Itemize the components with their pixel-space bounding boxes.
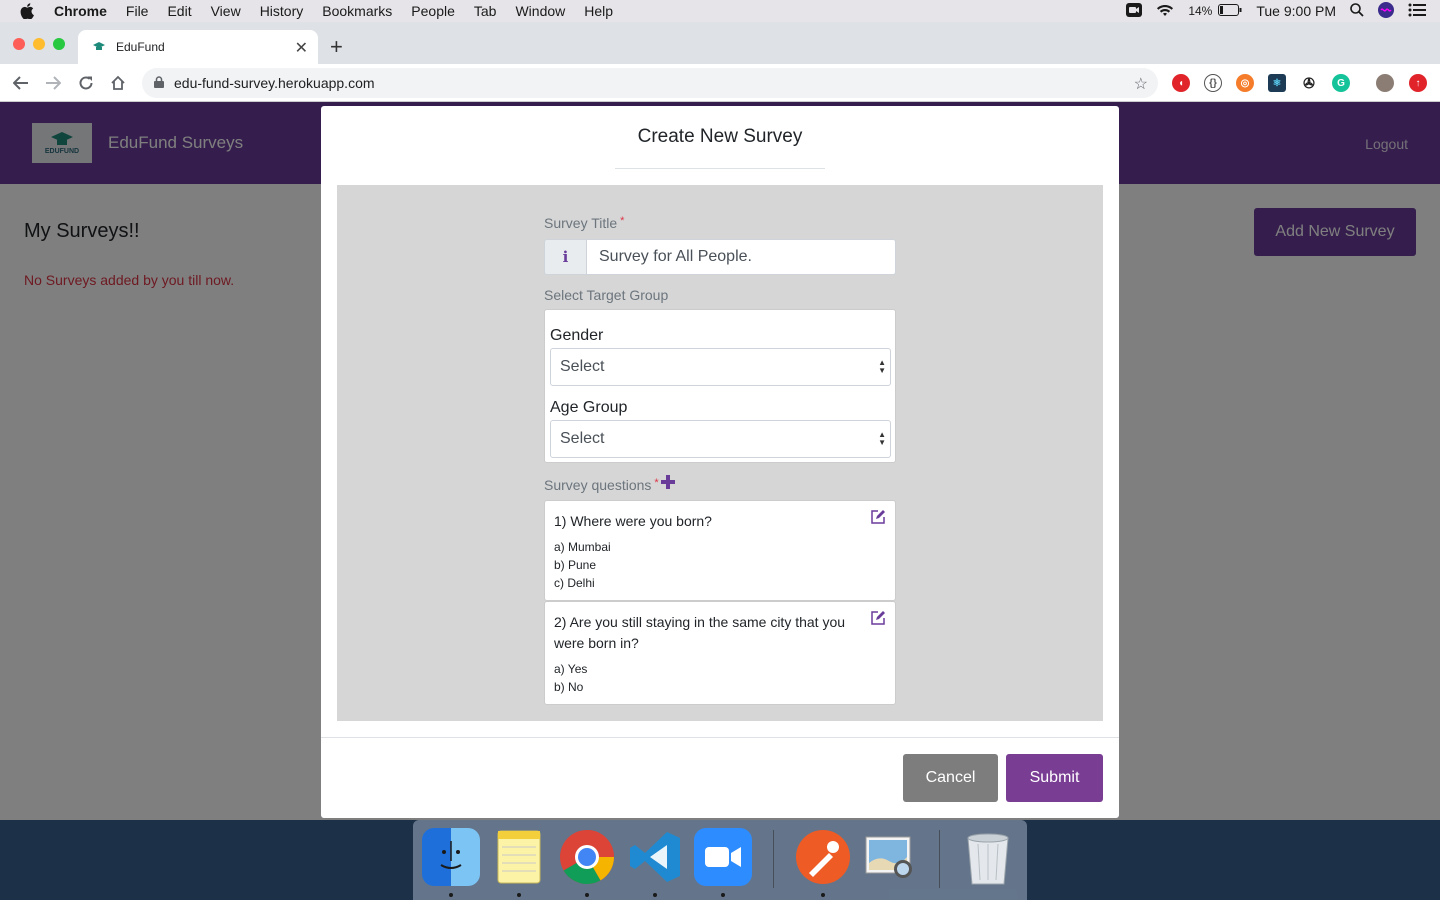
modal-title: Create New Survey bbox=[637, 126, 803, 147]
spotlight-icon[interactable] bbox=[1350, 2, 1364, 20]
question-card: 2) Are you still staying in the same cit… bbox=[544, 601, 896, 705]
menu-window[interactable]: Window bbox=[515, 3, 565, 19]
question-option: c) Delhi bbox=[554, 576, 595, 590]
menu-people[interactable]: People bbox=[411, 3, 455, 19]
target-group-label: Select Target Group bbox=[544, 287, 669, 303]
zoom-dock-icon[interactable] bbox=[694, 828, 752, 886]
menu-file[interactable]: File bbox=[126, 3, 149, 19]
forward-icon[interactable] bbox=[44, 74, 62, 92]
target-group-panel: Gender Select ▲ ▼ Age Group Select ▲ ▼ bbox=[544, 309, 896, 463]
menu-view[interactable]: View bbox=[211, 3, 241, 19]
create-survey-modal: Create New Survey Survey Title * i Survey… bbox=[321, 106, 1119, 818]
window-close-button[interactable] bbox=[13, 38, 25, 50]
menu-help[interactable]: Help bbox=[584, 3, 613, 19]
chrome-dock-icon[interactable] bbox=[558, 828, 616, 886]
question-card: 1) Where were you born? a) Mumbai b) Pun… bbox=[544, 500, 896, 601]
spy-extension-icon[interactable]: ✇ bbox=[1300, 74, 1318, 92]
orange-extension-icon[interactable]: ◎ bbox=[1236, 74, 1254, 92]
menu-bookmarks[interactable]: Bookmarks bbox=[322, 3, 392, 19]
edit-question-icon[interactable] bbox=[870, 610, 886, 626]
age-group-select-value: Select bbox=[560, 430, 605, 447]
dock-running-indicator bbox=[449, 893, 453, 897]
json-extension-icon[interactable]: {} bbox=[1204, 74, 1222, 92]
macos-dock bbox=[413, 820, 1027, 900]
question-option: b) No bbox=[554, 680, 584, 694]
modal-body: Survey Title * i Survey for All People. S… bbox=[337, 185, 1103, 721]
address-bar[interactable]: edu-fund-survey.herokuapp.com ☆ bbox=[142, 68, 1158, 98]
dock-running-indicator bbox=[517, 893, 521, 897]
trash-dock-icon[interactable] bbox=[959, 828, 1017, 886]
question-text: 2) Are you still staying in the same cit… bbox=[554, 614, 846, 651]
bookmark-star-icon[interactable]: ☆ bbox=[1134, 74, 1148, 94]
adblock-extension-icon[interactable]: ◖ bbox=[1172, 74, 1190, 92]
select-arrows-icon: ▲ ▼ bbox=[878, 430, 886, 447]
survey-title-input[interactable]: Survey for All People. bbox=[586, 239, 896, 275]
submit-button[interactable]: Submit bbox=[1006, 754, 1103, 802]
grammarly-icon[interactable]: G bbox=[1332, 74, 1350, 92]
survey-title-label: Survey Title * bbox=[544, 215, 625, 231]
new-tab-icon[interactable]: + bbox=[330, 34, 343, 60]
apple-icon[interactable] bbox=[18, 3, 36, 19]
wifi-icon[interactable] bbox=[1156, 3, 1174, 20]
notification-center-icon[interactable] bbox=[1408, 3, 1426, 20]
dock-running-indicator bbox=[821, 893, 825, 897]
footer-divider bbox=[321, 737, 1119, 738]
age-group-label: Age Group bbox=[550, 399, 628, 416]
window-minimize-button[interactable] bbox=[33, 38, 45, 50]
vscode-dock-icon[interactable] bbox=[626, 828, 684, 886]
browser-toolbar: edu-fund-survey.herokuapp.com ☆ ◖ {} ◎ ⚛… bbox=[0, 64, 1440, 102]
dock-separator bbox=[773, 830, 774, 888]
dock-running-indicator bbox=[585, 893, 589, 897]
back-icon[interactable] bbox=[12, 74, 30, 92]
gender-select-value: Select bbox=[560, 358, 605, 375]
menu-clock[interactable]: Tue 9:00 PM bbox=[1256, 3, 1336, 19]
menu-edit[interactable]: Edit bbox=[167, 3, 191, 19]
required-marker: * bbox=[654, 477, 659, 489]
menu-history[interactable]: History bbox=[260, 3, 304, 19]
update-extension-icon[interactable]: ↑ bbox=[1409, 74, 1427, 92]
tab-title: EduFund bbox=[116, 40, 165, 54]
menu-tab[interactable]: Tab bbox=[474, 3, 497, 19]
question-text: 1) Where were you born? bbox=[554, 513, 712, 529]
select-arrows-icon: ▲ ▼ bbox=[878, 358, 886, 375]
question-option: a) Mumbai bbox=[554, 540, 611, 554]
cancel-button[interactable]: Cancel bbox=[903, 754, 998, 802]
battery-icon[interactable] bbox=[1218, 3, 1242, 19]
home-icon[interactable] bbox=[109, 74, 127, 92]
info-icon: i bbox=[544, 239, 586, 275]
camera-status-icon[interactable] bbox=[1126, 2, 1143, 20]
react-devtools-icon[interactable]: ⚛ bbox=[1268, 74, 1286, 92]
gender-label: Gender bbox=[550, 327, 604, 344]
dock-separator bbox=[939, 830, 940, 888]
battery-percent: 14% bbox=[1188, 4, 1213, 18]
preview-dock-icon[interactable] bbox=[862, 828, 920, 886]
siri-icon[interactable] bbox=[1378, 1, 1394, 21]
menu-bar: Chrome File Edit View History Bookmarks … bbox=[0, 0, 1440, 22]
question-option: b) Pune bbox=[554, 558, 597, 572]
reload-icon[interactable] bbox=[77, 74, 95, 92]
lock-icon[interactable] bbox=[154, 75, 164, 91]
title-divider bbox=[615, 168, 825, 169]
survey-title-group: i Survey for All People. bbox=[544, 239, 896, 275]
edit-question-icon[interactable] bbox=[870, 509, 886, 525]
finder-dock-icon[interactable] bbox=[422, 828, 480, 886]
window-zoom-button[interactable] bbox=[53, 38, 65, 50]
notes-dock-icon[interactable] bbox=[490, 828, 548, 886]
survey-questions-label: Survey questions * bbox=[544, 477, 659, 493]
question-option: a) Yes bbox=[554, 662, 588, 676]
dock-running-indicator bbox=[721, 893, 725, 897]
url-text[interactable]: edu-fund-survey.herokuapp.com bbox=[174, 75, 375, 91]
tab-close-icon[interactable]: ✕ bbox=[295, 38, 308, 58]
profile-avatar-icon[interactable] bbox=[1376, 74, 1394, 92]
add-question-plus-icon[interactable] bbox=[660, 474, 676, 490]
browser-tab[interactable]: EduFund ✕ bbox=[78, 30, 318, 64]
edufund-favicon-icon bbox=[92, 40, 106, 54]
dock-running-indicator bbox=[653, 893, 657, 897]
postman-dock-icon[interactable] bbox=[794, 828, 852, 886]
required-marker: * bbox=[620, 215, 625, 227]
age-group-select[interactable]: Select ▲ ▼ bbox=[550, 420, 891, 458]
gender-select[interactable]: Select ▲ ▼ bbox=[550, 348, 891, 386]
menu-app-name[interactable]: Chrome bbox=[54, 3, 107, 19]
browser-tab-strip: EduFund ✕ + bbox=[0, 22, 1440, 64]
